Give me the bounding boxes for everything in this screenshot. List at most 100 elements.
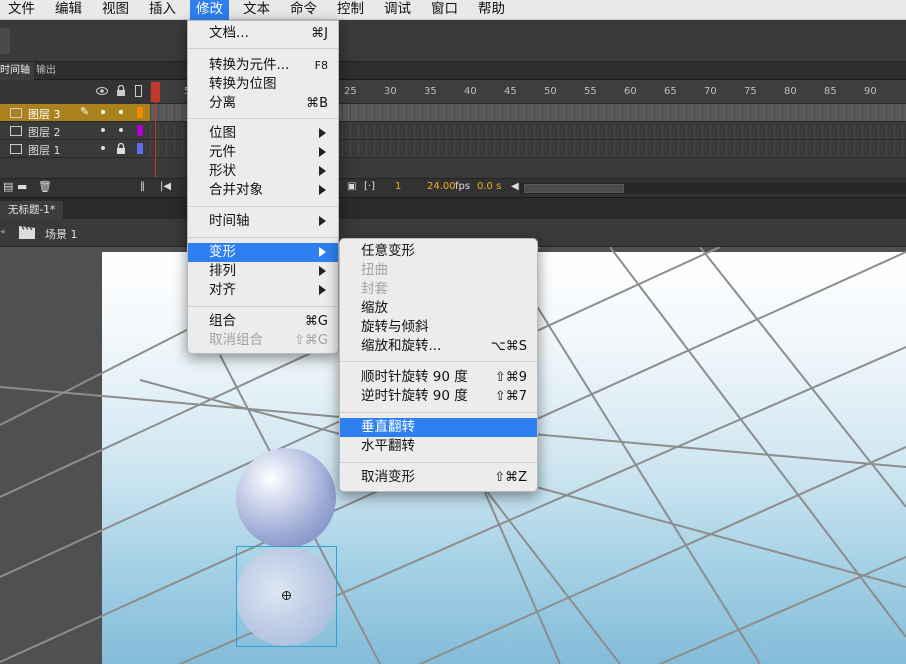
lock-icon[interactable]	[116, 85, 126, 97]
layer-icon	[10, 126, 22, 136]
menu-file[interactable]: 文件	[2, 0, 41, 20]
layer-row-3[interactable]: 图层 3 ✎	[0, 104, 150, 122]
scrollbar-thumb[interactable]	[524, 184, 624, 193]
ruler-label: 60	[624, 86, 637, 97]
menu-item-envelope[interactable]: 封套	[340, 280, 537, 299]
ruler-label: 80	[784, 86, 797, 97]
menu-modify[interactable]: 修改	[190, 0, 229, 20]
transform-submenu: 任意变形 扭曲 封套 缩放 旋转与倾斜 缩放和旋转... ⌥⌘S 顺时针旋转 90…	[339, 238, 538, 492]
go-to-first-frame-icon[interactable]: |◀	[160, 181, 171, 192]
menu-view[interactable]: 视图	[96, 0, 135, 20]
loop-icon[interactable]: ▣	[347, 181, 356, 192]
scroll-left-icon[interactable]: ◀	[511, 181, 519, 192]
menu-item-break-apart[interactable]: 分离 ⌘B	[188, 94, 338, 113]
menu-item-distort[interactable]: 扭曲	[340, 261, 537, 280]
menu-item-free-transform[interactable]: 任意变形	[340, 242, 537, 261]
menu-item-flip-vertical[interactable]: 垂直翻转	[340, 418, 537, 437]
menu-edit[interactable]: 编辑	[49, 0, 88, 20]
menu-item-rotate-skew[interactable]: 旋转与倾斜	[340, 318, 537, 337]
menu-item-convert-to-symbol[interactable]: 转换为元件... F8	[188, 56, 338, 75]
timeline-panel-tabs: 时间轴 输出	[0, 62, 906, 80]
timeline: 1 5 25 30 35 40 45 50 55 60 65 70 75 80 …	[0, 80, 906, 197]
menu-item-scale-rotate[interactable]: 缩放和旋转... ⌥⌘S	[340, 337, 537, 356]
menu-item-timeline[interactable]: 时间轴	[188, 212, 338, 231]
ruler-label: 45	[504, 86, 517, 97]
ruler-label: 50	[544, 86, 557, 97]
ruler-label: 90	[864, 86, 877, 97]
trash-icon[interactable]: 🗑	[38, 180, 52, 193]
menu-separator	[340, 412, 537, 413]
menu-item-transform[interactable]: 变形	[188, 243, 338, 262]
menu-item-ungroup[interactable]: 取消组合 ⇧⌘G	[188, 331, 338, 350]
menu-item-document[interactable]: 文档... ⌘J	[188, 24, 338, 43]
tab-timeline[interactable]: 时间轴	[0, 62, 34, 80]
document-tab[interactable]: 无标题-1*	[0, 201, 64, 220]
menu-commands[interactable]: 命令	[284, 0, 323, 20]
ruler-label: 85	[824, 86, 837, 97]
submenu-arrow-icon	[319, 285, 326, 295]
toolbar-grip[interactable]	[0, 28, 10, 54]
tab-output[interactable]: 输出	[32, 62, 60, 80]
menu-item-combine-objects[interactable]: 合并对象	[188, 181, 338, 200]
toolbar	[0, 20, 906, 62]
submenu-arrow-icon	[319, 185, 326, 195]
menu-item-convert-to-bitmap[interactable]: 转换为位图	[188, 75, 338, 94]
menu-item-bitmap[interactable]: 位图	[188, 124, 338, 143]
menu-item-shape[interactable]: 形状	[188, 162, 338, 181]
lock-icon[interactable]	[116, 143, 126, 155]
menu-item-scale[interactable]: 缩放	[340, 299, 537, 318]
pencil-icon: ✎	[80, 105, 90, 118]
new-layer-icon[interactable]: ▤	[3, 180, 13, 193]
menu-bar: 文件 编辑 视图 插入 修改 文本 命令 控制 调试 窗口 帮助	[0, 0, 906, 20]
menu-item-symbol[interactable]: 元件	[188, 143, 338, 162]
menu-item-remove-transform[interactable]: 取消变形 ⇧⌘Z	[340, 468, 537, 487]
menu-help[interactable]: 帮助	[472, 0, 511, 20]
eye-icon[interactable]	[96, 86, 108, 96]
lock-dot[interactable]	[119, 110, 123, 114]
menu-debug[interactable]: 调试	[378, 0, 417, 20]
visibility-dot[interactable]	[101, 110, 105, 114]
menu-item-group[interactable]: 组合 ⌘G	[188, 312, 338, 331]
menu-item-flip-horizontal[interactable]: 水平翻转	[340, 437, 537, 456]
menu-item-arrange[interactable]: 排列	[188, 262, 338, 281]
playhead[interactable]	[151, 82, 160, 102]
submenu-arrow-icon	[319, 128, 326, 138]
menu-item-rotate-ccw-90[interactable]: 逆时针旋转 90 度 ⇧⌘7	[340, 387, 537, 406]
layer-row-1[interactable]: 图层 1	[0, 140, 150, 158]
menu-separator	[340, 462, 537, 463]
ruler-label: 65	[664, 86, 677, 97]
elapsed-time[interactable]: 0.0 s	[477, 181, 501, 192]
visibility-dot[interactable]	[101, 146, 105, 150]
registration-point-icon[interactable]	[282, 591, 291, 600]
ruler-label: 75	[744, 86, 757, 97]
layer-name[interactable]: 图层 1	[28, 142, 61, 158]
layer-color-swatch[interactable]	[137, 143, 143, 154]
menu-insert[interactable]: 插入	[143, 0, 182, 20]
current-frame[interactable]: 1	[395, 181, 401, 192]
scene-label[interactable]: 场景 1	[45, 226, 78, 242]
fps-value[interactable]: 24.00	[427, 181, 456, 192]
menu-window[interactable]: 窗口	[425, 0, 464, 20]
layer-color-swatch[interactable]	[137, 125, 143, 136]
sphere[interactable]	[236, 448, 336, 548]
ruler-label: 35	[424, 86, 437, 97]
onion-skin-icon[interactable]: [·]	[364, 181, 375, 192]
new-folder-icon[interactable]: ▬	[17, 180, 27, 193]
lock-dot[interactable]	[119, 128, 123, 132]
menu-separator	[340, 361, 537, 362]
timeline-scrollbar[interactable]	[520, 183, 906, 194]
visibility-dot[interactable]	[101, 128, 105, 132]
layer-color-swatch[interactable]	[137, 107, 143, 118]
menu-text[interactable]: 文本	[237, 0, 276, 20]
menu-item-rotate-cw-90[interactable]: 顺时针旋转 90 度 ⇧⌘9	[340, 368, 537, 387]
submenu-arrow-icon	[319, 166, 326, 176]
outline-icon[interactable]	[135, 85, 143, 98]
layer-name[interactable]: 图层 2	[28, 124, 61, 140]
layer-name[interactable]: 图层 3	[28, 106, 61, 122]
back-arrow-icon[interactable]: ◂	[0, 227, 5, 237]
menu-item-align[interactable]: 对齐	[188, 281, 338, 300]
layer-header	[0, 80, 150, 104]
ruler-label: 40	[464, 86, 477, 97]
layer-row-2[interactable]: 图层 2	[0, 122, 150, 140]
menu-control[interactable]: 控制	[331, 0, 370, 20]
